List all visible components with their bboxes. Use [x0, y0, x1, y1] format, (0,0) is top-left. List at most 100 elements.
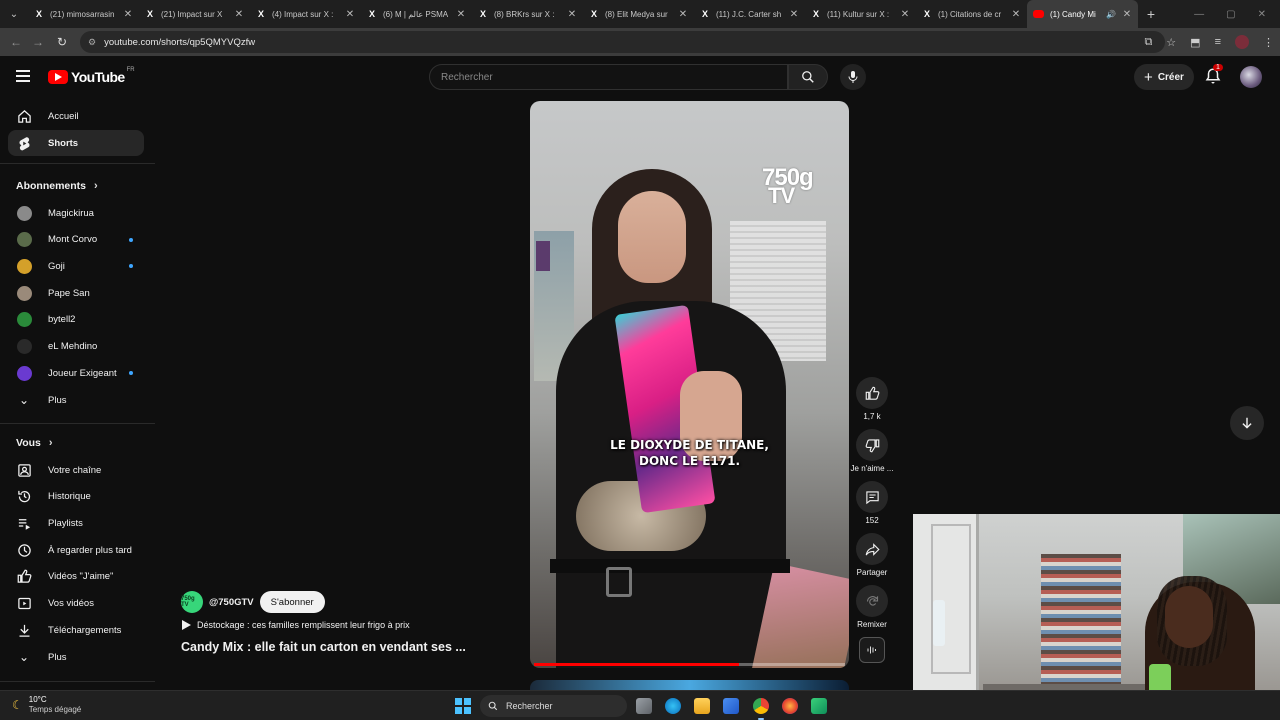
chrome-browser-icon[interactable] — [753, 698, 769, 720]
dislike-button[interactable] — [856, 429, 888, 461]
browser-tab[interactable]: X (21) mimosarrasin ✕ — [28, 0, 139, 28]
tab-title: (6) M | عالم PSMA — [383, 9, 449, 19]
windows-start-icon[interactable] — [455, 698, 471, 714]
sidebar-item-playlists[interactable]: Playlists — [8, 510, 144, 536]
you-heading[interactable]: Vous › — [16, 437, 53, 449]
sidebar-subscription[interactable]: eL Mehdino — [8, 334, 144, 360]
tab-close-icon[interactable]: ✕ — [234, 9, 244, 20]
comments-button[interactable] — [856, 481, 888, 513]
browser-tab[interactable]: X (11) J.C. Carter sh ✕ — [694, 0, 805, 28]
forward-icon[interactable]: → — [26, 35, 50, 49]
play-icon — [182, 620, 191, 630]
browser-tab[interactable]: X (8) Elit Medya sur ✕ — [583, 0, 694, 28]
sidebar-item-channel[interactable]: Votre chaîne — [8, 457, 144, 483]
file-explorer-icon[interactable] — [694, 698, 710, 714]
arrow-down-icon — [1242, 417, 1252, 429]
browser-tab[interactable]: X (21) Impact sur X ✕ — [139, 0, 250, 28]
app-icon[interactable] — [811, 698, 827, 714]
channel-handle[interactable]: @750GTV — [209, 597, 254, 608]
browser-tab[interactable]: X (6) M | عالم PSMA ✕ — [361, 0, 472, 28]
minimize-icon[interactable]: — — [1194, 9, 1204, 20]
sidebar-subscription[interactable]: Goji — [8, 253, 144, 279]
browser-tab[interactable]: X (1) Citations de cr ✕ — [916, 0, 1027, 28]
install-icon[interactable]: ⧉ — [1144, 36, 1152, 49]
tab-close-icon[interactable]: ✕ — [1122, 9, 1132, 20]
media-control-icon[interactable]: ≡ — [1215, 36, 1221, 48]
short-video-player[interactable]: 750g TV LE DIOXYDE DE TITANE, DONC LE E1… — [530, 101, 849, 668]
tab-close-icon[interactable]: ✕ — [456, 9, 466, 20]
video-subtitle: LE DIOXYDE DE TITANE, DONC LE E171. — [530, 437, 849, 469]
browser-tab[interactable]: X (11) Kultur sur X : ✕ — [805, 0, 916, 28]
taskbar-search[interactable]: Rechercher — [480, 695, 627, 717]
sidebar-item-history[interactable]: Historique — [8, 484, 144, 510]
tab-search-icon[interactable]: ⌄ — [0, 0, 28, 28]
back-icon[interactable]: ← — [4, 35, 28, 49]
account-avatar[interactable] — [1240, 66, 1262, 88]
subscriptions-more-button[interactable]: ⌄ Plus — [8, 387, 144, 413]
video-watermark-logo: 750g TV — [762, 166, 814, 207]
short-title[interactable]: Candy Mix : elle fait un carton en venda… — [181, 640, 466, 654]
share-button[interactable] — [856, 533, 888, 565]
sidebar-item-accueil[interactable]: Accueil — [8, 103, 144, 129]
video-progress-bar[interactable] — [534, 663, 845, 666]
subscriptions-heading[interactable]: Abonnements › — [16, 180, 98, 192]
tab-close-icon[interactable]: ✕ — [789, 9, 799, 20]
youtube-logo[interactable]: YouTube FR — [48, 67, 135, 85]
edge-browser-icon[interactable] — [665, 698, 681, 714]
site-info-icon[interactable]: ⚙ — [88, 37, 96, 48]
sidebar-item-watch-later[interactable]: À regarder plus tard — [8, 537, 144, 563]
tab-audio-icon[interactable]: 🔊 — [1106, 10, 1116, 19]
tab-close-icon[interactable]: ✕ — [1011, 9, 1021, 20]
browser-tab[interactable]: X (4) Impact sur X : ✕ — [250, 0, 361, 28]
firefox-browser-icon[interactable] — [782, 698, 798, 714]
notifications-button[interactable]: 1 — [1204, 64, 1224, 87]
voice-search-button[interactable] — [840, 64, 866, 90]
sidebar-subscription[interactable]: Joueur Exigeant — [8, 360, 144, 386]
create-button[interactable]: + Créer — [1134, 64, 1194, 90]
browser-tab[interactable]: X (8) BRKrs sur X : ✕ — [472, 0, 583, 28]
sidebar-subscription[interactable]: Magickirua — [8, 200, 144, 226]
tab-close-icon[interactable]: ✕ — [567, 9, 577, 20]
tab-close-icon[interactable]: ✕ — [900, 9, 910, 20]
microsoft-store-icon[interactable] — [723, 698, 739, 714]
close-window-icon[interactable]: ✕ — [1258, 9, 1266, 20]
remix-button[interactable] — [856, 585, 888, 617]
tab-close-icon[interactable]: ✕ — [678, 9, 688, 20]
tab-close-icon[interactable]: ✕ — [123, 9, 133, 20]
like-button[interactable] — [856, 377, 888, 409]
weather-widget[interactable]: ☾ 10°C Temps dégagé — [12, 695, 81, 715]
extensions-icon[interactable]: ⬒ — [1190, 36, 1200, 49]
search-input[interactable]: Rechercher — [429, 64, 788, 90]
sidebar-item-downloads[interactable]: Téléchargements — [8, 617, 144, 643]
task-view-icon[interactable] — [636, 698, 652, 714]
you-more-button[interactable]: ⌄ Plus — [8, 644, 144, 670]
search-button[interactable] — [788, 64, 828, 90]
tab-title: (21) Impact sur X — [161, 9, 223, 19]
browser-menu-icon[interactable]: ⋮ — [1263, 36, 1274, 49]
browser-tab[interactable]: (1) Candy Mi 🔊 ✕ — [1027, 0, 1138, 28]
new-tab-button[interactable]: + — [1138, 6, 1164, 22]
browser-profile-avatar[interactable] — [1235, 35, 1249, 49]
next-short-button[interactable] — [1230, 406, 1264, 440]
maximize-icon[interactable]: ▢ — [1226, 9, 1235, 20]
sidebar-subscription[interactable]: Mont Corvo — [8, 227, 144, 253]
bookmark-star-icon[interactable]: ☆ — [1166, 36, 1176, 49]
menu-icon[interactable] — [16, 70, 30, 82]
sound-thumbnail-button[interactable] — [859, 637, 885, 663]
x-favicon-icon: X — [146, 9, 153, 19]
sidebar-item-your-videos[interactable]: Vos vidéos — [8, 591, 144, 617]
tab-title: (1) Candy Mi — [1050, 9, 1096, 19]
sidebar-item-liked-videos[interactable]: Vidéos "J'aime" — [8, 564, 144, 590]
channel-avatar[interactable]: 750g TV — [181, 591, 203, 613]
related-video-link[interactable]: Déstockage : ces familles remplissent le… — [181, 620, 410, 630]
sidebar-item-shorts[interactable]: Shorts — [8, 130, 144, 156]
youtube-header: YouTube FR Rechercher + Créer 1 — [0, 56, 1280, 98]
reload-icon[interactable]: ↻ — [50, 35, 74, 49]
sidebar-subscription[interactable]: bytell2 — [8, 307, 144, 333]
weather-temperature: 10°C — [28, 695, 47, 704]
url-field[interactable]: ⚙ youtube.com/shorts/qp5QMYVQzfw — [80, 31, 1165, 53]
sidebar-item-label: Playlists — [48, 517, 83, 529]
tab-close-icon[interactable]: ✕ — [345, 9, 355, 20]
sidebar-subscription[interactable]: Pape San — [8, 280, 144, 306]
subscribe-button[interactable]: S'abonner — [259, 591, 325, 613]
